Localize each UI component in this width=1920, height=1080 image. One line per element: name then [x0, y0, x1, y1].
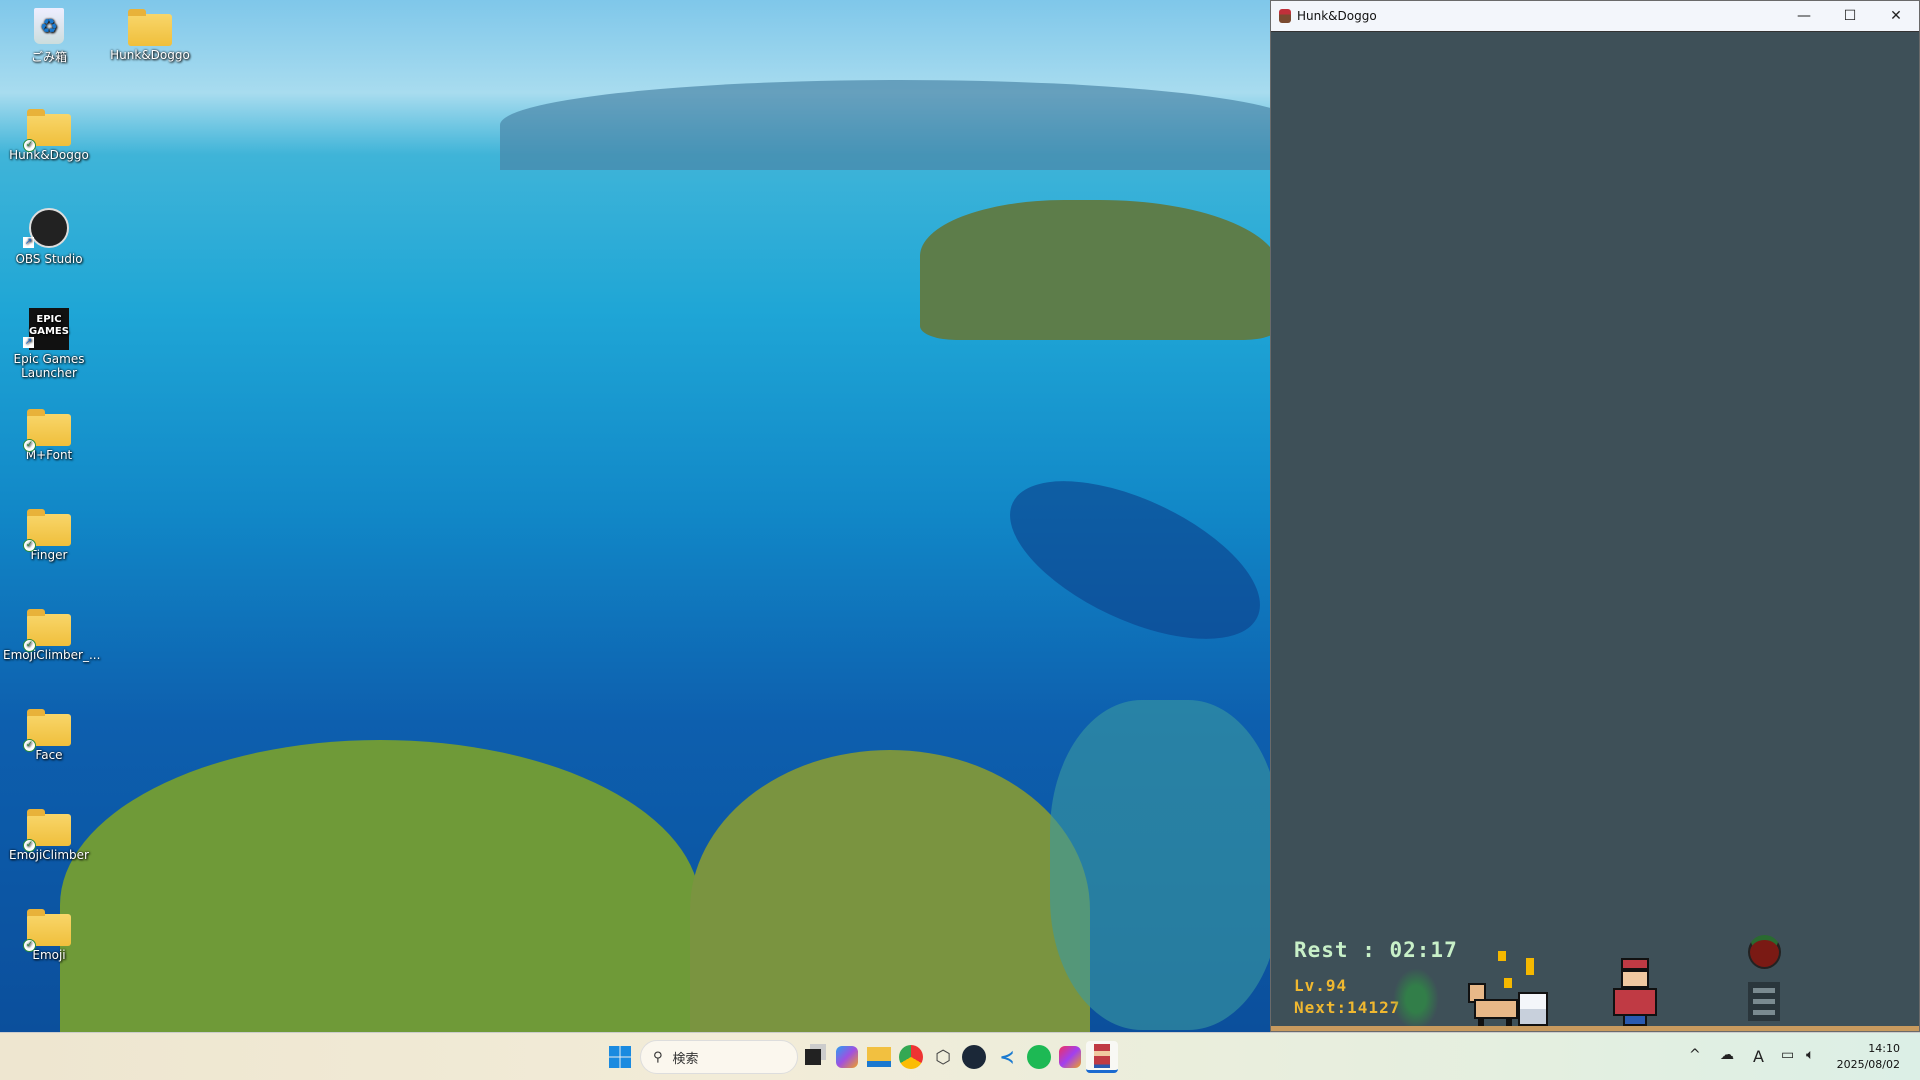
clock-time: 14:10 [1837, 1041, 1900, 1057]
folder-icon: ✓ [27, 508, 71, 544]
epic-games-icon: EPICGAMES↗ [27, 308, 71, 344]
steam-icon [962, 1045, 986, 1069]
desktop-icon[interactable]: ✓ Emoji [3, 908, 95, 962]
desktop-icon-label: M+Font [3, 448, 95, 462]
box-sprite [1518, 992, 1548, 1026]
taskbar: ⚲ 検索 ⬡ ≺ ^ ☁ A ▭ 🔈︎ 14:10 2025/08/02 [0, 1032, 1920, 1080]
desktop-icon[interactable]: ✓ M+Font [3, 408, 95, 462]
desktop-icon-label: Epic Games Launcher [3, 352, 95, 380]
desktop-icon-label: Emoji [3, 948, 95, 962]
chrome-icon [899, 1045, 923, 1069]
desktop-icon-label: Finger [3, 548, 95, 562]
title-bar[interactable]: Hunk&Doggo — ☐ ✕ [1271, 1, 1919, 32]
copilot-icon [836, 1046, 858, 1068]
desktop-icon-label: OBS Studio [3, 252, 95, 266]
network-icon[interactable]: ▭ [1781, 1047, 1794, 1063]
search-placeholder: 検索 [673, 1048, 699, 1067]
desktop-icon-label: Hunk&Doggo [3, 148, 95, 162]
file-explorer-button[interactable] [863, 1041, 895, 1073]
game-canvas[interactable]: Rest : 02:17 Lv.94 Next:14127 [1271, 32, 1919, 1031]
minimize-button[interactable]: — [1781, 1, 1827, 32]
search-box[interactable]: ⚲ 検索 [640, 1040, 798, 1074]
maximize-button[interactable]: ☐ [1827, 1, 1873, 32]
app-window: Hunk&Doggo — ☐ ✕ Rest : 02:17 Lv.94 Next… [1270, 0, 1920, 1032]
folder-icon: ✓ [27, 808, 71, 844]
creative-cloud-button[interactable] [1054, 1041, 1086, 1073]
folder-icon [867, 1047, 891, 1067]
plant-sprite [1393, 968, 1439, 1030]
folder-icon [128, 8, 172, 44]
tomato-icon[interactable] [1748, 935, 1781, 969]
desktop-icon[interactable]: Hunk&Doggo [104, 8, 196, 62]
hunk-doggo-icon [1094, 1044, 1110, 1068]
desktop-icon[interactable]: ✓ EmojiClimber [3, 808, 95, 862]
hunk-character-sprite [1611, 958, 1659, 1026]
onedrive-icon[interactable]: ☁ [1720, 1047, 1734, 1063]
hunk-doggo-taskbar-button[interactable] [1086, 1041, 1118, 1073]
next-exp-label: Next:14127 [1294, 998, 1400, 1017]
search-icon: ⚲ [653, 1050, 663, 1065]
desktop-icon-label: ごみ箱 [3, 48, 95, 65]
window-title: Hunk&Doggo [1297, 9, 1377, 23]
desktop-icon-label: Face [3, 748, 95, 762]
desktop-icon[interactable]: ✓ Finger [3, 508, 95, 562]
folder-icon: ✓ [27, 908, 71, 944]
zip-folder-icon: ✓ [27, 108, 71, 144]
task-view-icon [805, 1049, 821, 1065]
start-button[interactable] [604, 1041, 636, 1073]
close-button[interactable]: ✕ [1873, 1, 1919, 32]
desktop-icon-label: EmojiClimber [3, 848, 95, 862]
ime-indicator[interactable]: A [1753, 1047, 1764, 1066]
folder-icon: ✓ [27, 408, 71, 444]
vscode-button[interactable]: ≺ [991, 1041, 1023, 1073]
desktop-icon[interactable]: ✓ Face [3, 708, 95, 762]
spotify-icon [1027, 1045, 1051, 1069]
menu-button[interactable] [1748, 982, 1780, 1021]
desktop-icon-label: Hunk&Doggo [104, 48, 196, 62]
dog-sprite [1468, 983, 1518, 1026]
unity-button[interactable]: ⬡ [927, 1041, 959, 1073]
level-label: Lv.94 [1294, 976, 1347, 995]
windows-icon [609, 1046, 631, 1068]
desktop-icon-label: EmojiClimber_... [3, 648, 95, 662]
steam-button[interactable] [958, 1041, 990, 1073]
desktop-icon[interactable]: EPICGAMES↗ Epic Games Launcher [3, 308, 95, 380]
desktop-icon[interactable]: ♻ ごみ箱 [3, 8, 95, 65]
chrome-button[interactable] [895, 1041, 927, 1073]
clock[interactable]: 14:10 2025/08/02 [1837, 1041, 1900, 1073]
rest-timer: Rest : 02:17 [1294, 938, 1458, 962]
desktop-icon[interactable]: ↗ OBS Studio [3, 208, 95, 266]
task-view-button[interactable] [797, 1041, 829, 1073]
recycle-bin-icon: ♻ [27, 8, 71, 44]
app-icon [1279, 9, 1291, 23]
ground [1271, 1026, 1919, 1031]
obs-icon: ↗ [27, 208, 71, 244]
show-hidden-icons-button[interactable]: ^ [1689, 1047, 1701, 1063]
creative-cloud-icon [1059, 1046, 1081, 1068]
coin-sprite [1498, 951, 1506, 961]
spotify-button[interactable] [1023, 1041, 1055, 1073]
coin-sprite [1526, 958, 1534, 975]
volume-icon[interactable]: 🔈︎ [1806, 1047, 1814, 1063]
desktop-icon[interactable]: ✓ EmojiClimber_... [3, 608, 95, 662]
clock-date: 2025/08/02 [1837, 1057, 1900, 1073]
folder-icon: ✓ [27, 708, 71, 744]
menu-icon [1753, 988, 1775, 993]
desktop-icon[interactable]: ✓ Hunk&Doggo [3, 108, 95, 162]
unity-icon: ⬡ [935, 1047, 951, 1068]
vscode-icon: ≺ [999, 1047, 1014, 1068]
folder-icon: ✓ [27, 608, 71, 644]
copilot-button[interactable] [831, 1041, 863, 1073]
